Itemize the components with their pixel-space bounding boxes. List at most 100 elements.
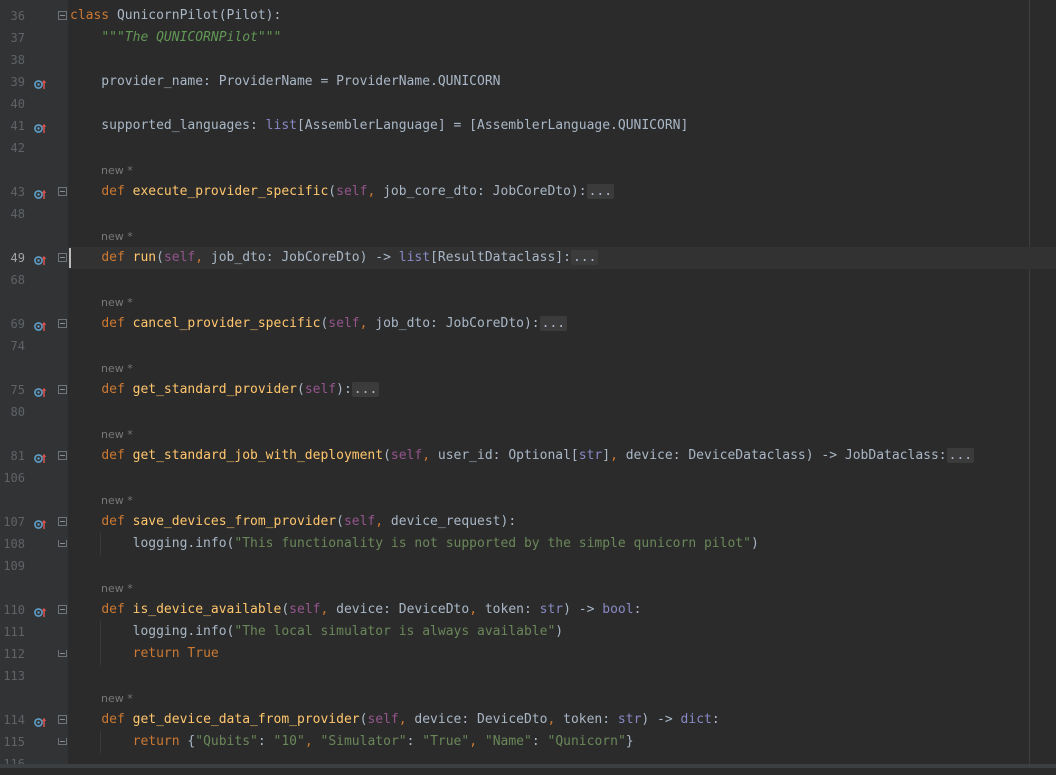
- folded-region-placeholder[interactable]: ...: [570, 250, 599, 265]
- code-text: logging.info("This functionality is not …: [70, 533, 759, 555]
- code-line[interactable]: 113: [0, 665, 1056, 687]
- code-token: self: [336, 184, 368, 199]
- code-token: ,: [547, 712, 564, 727]
- code-line[interactable]: 81 def get_standard_job_with_deployment(…: [0, 445, 1056, 467]
- code-author-hint[interactable]: new *: [0, 159, 1056, 181]
- code-line[interactable]: 43 def execute_provider_specific(self, j…: [0, 181, 1056, 203]
- code-token: job_core_dto: JobCoreDto):: [383, 184, 587, 199]
- folded-region-placeholder[interactable]: ...: [351, 382, 380, 397]
- code-author-hint[interactable]: new *: [0, 357, 1056, 379]
- code-token: return True: [132, 646, 219, 661]
- code-author-hint-label: new *: [101, 230, 133, 243]
- code-line[interactable]: 41 supported_languages: list[AssemblerLa…: [0, 115, 1056, 137]
- override-method-icon[interactable]: [34, 384, 47, 397]
- code-author-hint[interactable]: new *: [0, 225, 1056, 247]
- code-line[interactable]: 48: [0, 203, 1056, 225]
- code-text: def cancel_provider_specific(self, job_d…: [70, 313, 568, 335]
- line-number: 75: [10, 383, 25, 397]
- code-author-hint[interactable]: new *: [0, 291, 1056, 313]
- code-token: save_devices_from_provider: [132, 514, 337, 529]
- code-line[interactable]: 68: [0, 269, 1056, 291]
- code-token: self: [390, 448, 423, 463]
- override-method-icon[interactable]: [34, 76, 47, 89]
- code-line[interactable]: 114 def get_device_data_from_provider(se…: [0, 709, 1056, 731]
- fold-toggle-icon[interactable]: [58, 187, 67, 196]
- code-token: get_device_data_from_provider: [132, 712, 360, 727]
- code-token: job_dto: JobCoreDto):: [375, 316, 540, 331]
- override-method-icon[interactable]: [34, 450, 47, 463]
- code-author-hint[interactable]: new *: [0, 489, 1056, 511]
- fold-toggle-icon[interactable]: [58, 451, 67, 460]
- code-token: "Qubits": [195, 734, 258, 749]
- code-author-hint[interactable]: new *: [0, 687, 1056, 709]
- code-author-hint[interactable]: new *: [0, 577, 1056, 599]
- code-editor[interactable]: 36 class QunicornPilot(Pilot): 37 """The Q…: [0, 5, 1056, 775]
- fold-toggle-icon[interactable]: [58, 385, 67, 394]
- code-author-hint-label: new *: [101, 362, 133, 375]
- line-number: 37: [10, 31, 25, 45]
- fold-toggle-icon[interactable]: [58, 11, 67, 20]
- code-token: """The QUNICORNPilot""": [101, 30, 282, 45]
- line-number: 42: [10, 141, 25, 155]
- horizontal-scrollbar[interactable]: [0, 764, 1056, 768]
- folded-region-placeholder[interactable]: ...: [539, 316, 568, 331]
- code-token: job_dto: JobCoreDto) ->: [210, 250, 399, 265]
- code-token: str: [578, 448, 603, 463]
- override-method-icon[interactable]: [34, 714, 47, 727]
- code-token: get_standard_job_with_deployment: [132, 448, 384, 463]
- code-line[interactable]: 49 def run(self, job_dto: JobCoreDto) ->…: [0, 247, 1056, 269]
- code-line[interactable]: 74: [0, 335, 1056, 357]
- code-author-hint-label: new *: [101, 494, 133, 507]
- fold-toggle-icon[interactable]: [58, 738, 67, 745]
- override-method-icon[interactable]: [34, 252, 47, 265]
- override-method-icon[interactable]: [34, 120, 47, 133]
- code-line[interactable]: 42: [0, 137, 1056, 159]
- fold-toggle-icon[interactable]: [58, 650, 67, 657]
- fold-toggle-icon[interactable]: [58, 517, 67, 526]
- code-line[interactable]: 112 return True: [0, 643, 1056, 665]
- code-line[interactable]: 111 logging.info("The local simulator is…: [0, 621, 1056, 643]
- code-text: def save_devices_from_provider(self, dev…: [70, 511, 516, 533]
- code-line[interactable]: 37 """The QUNICORNPilot""": [0, 27, 1056, 49]
- override-method-icon[interactable]: [34, 516, 47, 529]
- code-token: ,: [304, 734, 321, 749]
- fold-toggle-icon[interactable]: [58, 540, 67, 547]
- code-line[interactable]: 110 def is_device_available(self, device…: [0, 599, 1056, 621]
- code-line[interactable]: 75 def get_standard_provider(self):...: [0, 379, 1056, 401]
- code-token: (: [336, 514, 344, 529]
- code-line[interactable]: 38: [0, 49, 1056, 71]
- code-line[interactable]: 115 return {"Qubits": "10", "Simulator":…: [0, 731, 1056, 753]
- code-token: token:: [484, 602, 540, 617]
- code-token: device: DeviceDataclass) -> JobDataclass…: [625, 448, 947, 463]
- fold-toggle-icon[interactable]: [58, 715, 67, 724]
- code-line[interactable]: 36 class QunicornPilot(Pilot):: [0, 5, 1056, 27]
- code-line[interactable]: 69 def cancel_provider_specific(self, jo…: [0, 313, 1056, 335]
- code-token: logging.info(: [70, 536, 235, 551]
- code-line[interactable]: 80: [0, 401, 1056, 423]
- fold-toggle-icon[interactable]: [58, 319, 67, 328]
- code-token: (: [297, 382, 305, 397]
- code-token: return: [132, 734, 188, 749]
- folded-region-placeholder[interactable]: ...: [946, 448, 975, 463]
- code-line[interactable]: 108 logging.info("This functionality is …: [0, 533, 1056, 555]
- folded-region-placeholder[interactable]: ...: [586, 184, 615, 199]
- override-method-icon[interactable]: [34, 186, 47, 199]
- code-line[interactable]: 107 def save_devices_from_provider(self,…: [0, 511, 1056, 533]
- code-author-hint[interactable]: new *: [0, 423, 1056, 445]
- code-line[interactable]: 39 provider_name: ProviderName = Provide…: [0, 71, 1056, 93]
- code-line[interactable]: 109: [0, 555, 1056, 577]
- line-number: 106: [3, 471, 25, 485]
- code-token: str: [539, 602, 564, 617]
- override-method-icon[interactable]: [34, 318, 47, 331]
- override-method-icon[interactable]: [34, 604, 47, 617]
- fold-toggle-icon[interactable]: [58, 253, 67, 262]
- code-line[interactable]: 40: [0, 93, 1056, 115]
- code-line[interactable]: 106: [0, 467, 1056, 489]
- fold-toggle-icon[interactable]: [58, 605, 67, 614]
- code-token: ):: [336, 382, 352, 397]
- code-token: ,: [320, 602, 337, 617]
